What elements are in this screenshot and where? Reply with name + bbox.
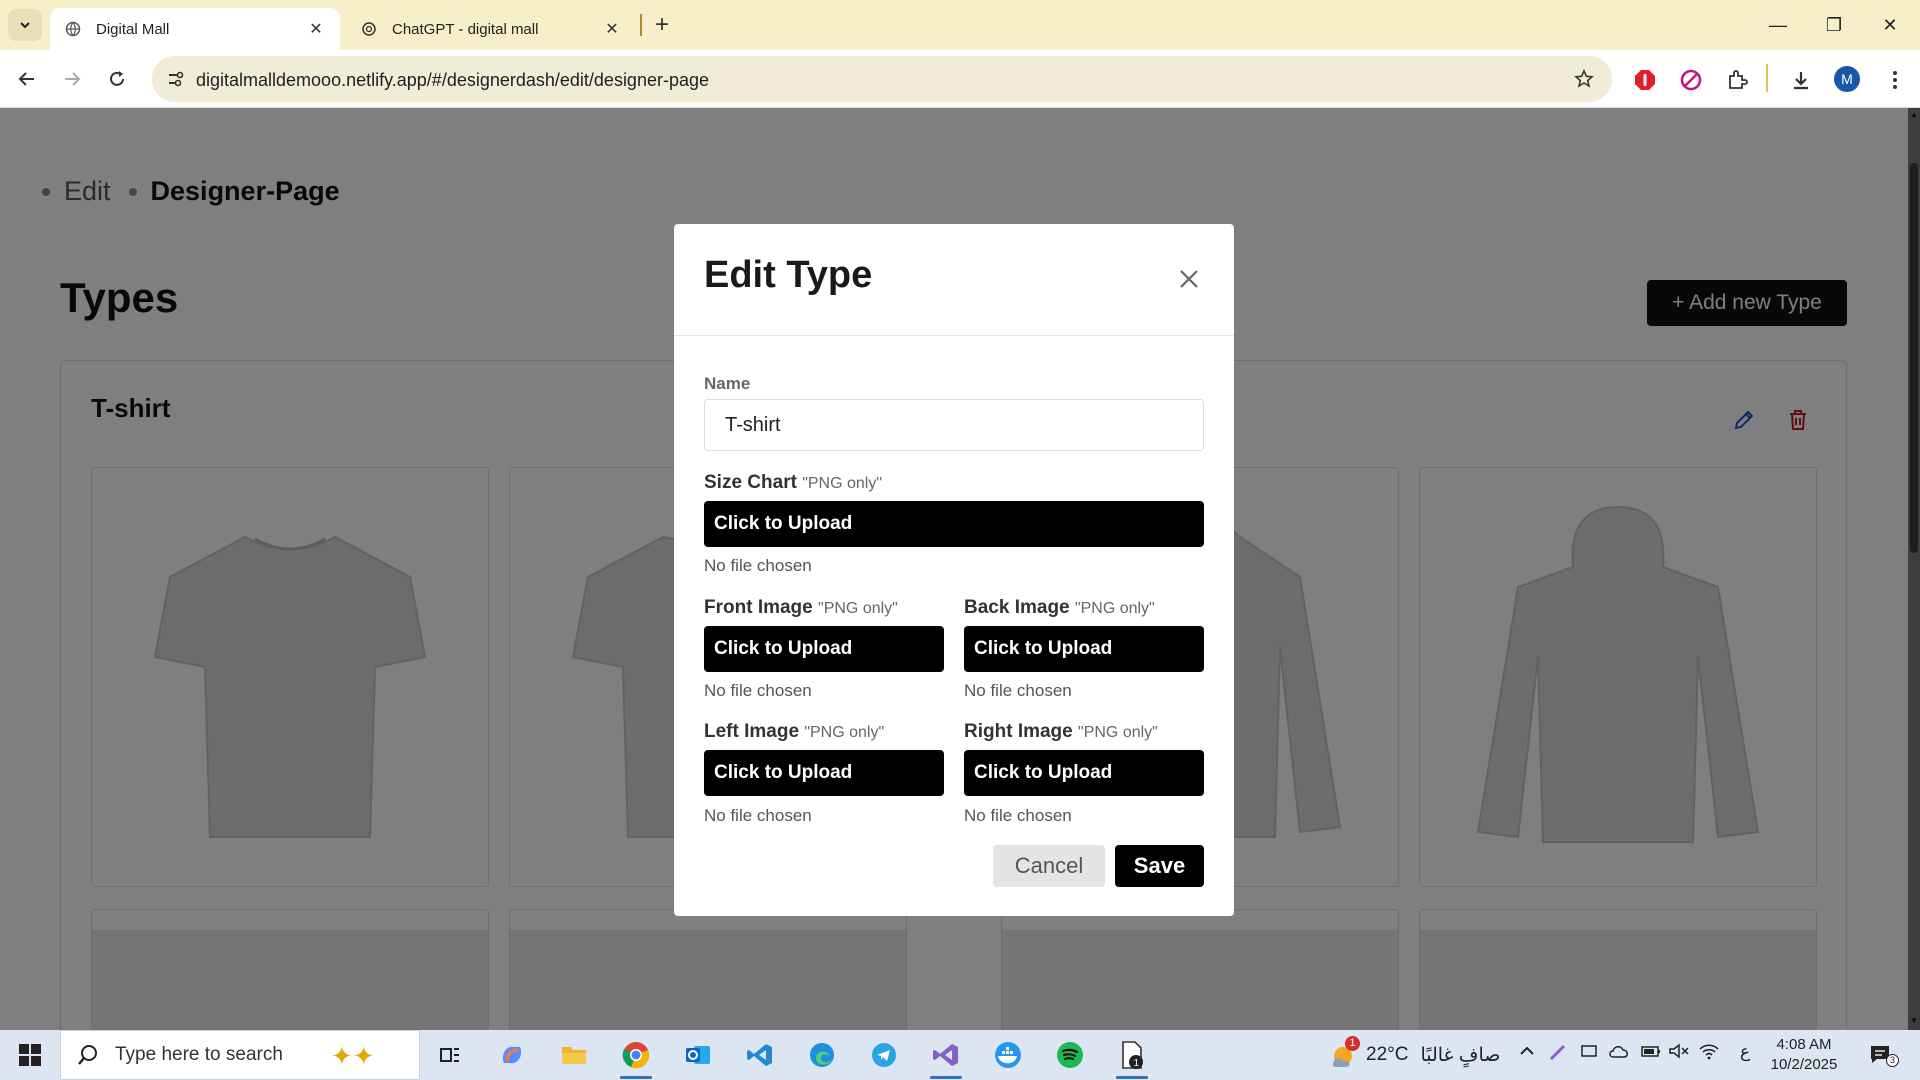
tab-title: Digital Mall [96, 20, 170, 38]
size-chart-upload-button[interactable]: Click to Upload [704, 501, 1204, 547]
save-button[interactable]: Save [1115, 845, 1204, 887]
bookmark-star-icon[interactable] [1572, 67, 1596, 91]
outlook-icon[interactable] [674, 1035, 722, 1075]
task-view-icon[interactable] [426, 1035, 474, 1075]
weather-widget[interactable]: 1 22°C صافٍ غالبًا [1328, 1036, 1501, 1070]
right-image-file-status: No file chosen [964, 806, 1072, 825]
weather-sun-icon: 1 [1328, 1036, 1360, 1070]
size-chart-file-status: No file chosen [704, 556, 812, 575]
new-tab-button[interactable]: + [648, 11, 676, 39]
visual-studio-icon[interactable] [922, 1035, 970, 1079]
right-image-upload-button[interactable]: Click to Upload [964, 750, 1204, 796]
restore-icon[interactable]: ❐ [1806, 0, 1862, 50]
file-explorer-icon[interactable] [550, 1035, 598, 1075]
docker-icon[interactable] [984, 1035, 1032, 1075]
windows-start-icon[interactable] [10, 1038, 50, 1072]
browser-toolbar: digitalmalldemooo.netlify.app/#/designer… [0, 50, 1920, 108]
close-icon[interactable] [1174, 264, 1204, 294]
taskbar-search-box[interactable]: Type here to search ✦✦ [60, 1030, 420, 1080]
front-image-label: Front Image "PNG only" [704, 597, 898, 618]
adblock-extension-icon[interactable] [1630, 65, 1660, 95]
notification-count: 3 [1886, 1054, 1899, 1067]
block-extension-icon[interactable] [1676, 65, 1706, 95]
search-icon [75, 1042, 101, 1068]
sparkle-icon: ✦✦ [331, 1041, 375, 1071]
onedrive-cloud-icon[interactable] [1608, 1042, 1630, 1065]
close-window-icon[interactable]: ✕ [1862, 0, 1918, 50]
tab-separator [640, 14, 642, 36]
reload-icon[interactable] [100, 62, 134, 96]
search-placeholder: Type here to search [115, 1044, 283, 1065]
close-tab-icon[interactable]: ✕ [306, 19, 326, 39]
windows-taskbar: Type here to search ✦✦ 1 1 22°C صافٍ غال… [0, 1030, 1920, 1080]
meet-now-icon[interactable] [1580, 1042, 1598, 1065]
globe-icon [64, 20, 82, 38]
browser-tab-bar: Digital Mall ✕ ChatGPT - digital mall ✕ … [0, 0, 1920, 50]
back-arrow-icon[interactable] [10, 62, 44, 96]
volume-muted-icon[interactable] [1668, 1042, 1690, 1065]
front-image-file-status: No file chosen [704, 681, 812, 700]
spotify-icon[interactable] [1046, 1035, 1094, 1075]
more-menu-icon[interactable] [1880, 65, 1910, 95]
modal-header: Edit Type [674, 224, 1234, 336]
profile-avatar[interactable]: M [1834, 66, 1860, 92]
front-image-upload-button[interactable]: Click to Upload [704, 626, 944, 672]
close-tab-icon[interactable]: ✕ [602, 19, 622, 39]
notification-icon[interactable]: 3 [1866, 1042, 1899, 1068]
tab-search-button[interactable] [8, 9, 42, 41]
modal-title: Edit Type [704, 254, 873, 296]
back-image-label: Back Image "PNG only" [964, 597, 1155, 618]
name-label: Name [704, 374, 751, 393]
taskbar-clock[interactable]: 4:08 AM 10/2/2025 [1758, 1035, 1850, 1075]
site-info-icon[interactable] [164, 67, 188, 91]
vscode-icon[interactable] [736, 1035, 784, 1075]
chevron-up-icon[interactable] [1518, 1042, 1536, 1065]
left-image-label: Left Image "PNG only" [704, 721, 885, 742]
tab-title: ChatGPT - digital mall [392, 20, 539, 38]
forward-arrow-icon[interactable] [55, 62, 89, 96]
battery-icon[interactable] [1640, 1042, 1662, 1065]
pen-icon[interactable] [1548, 1042, 1568, 1067]
svg-text:1: 1 [1134, 1058, 1140, 1069]
chevron-down-icon [20, 22, 30, 29]
clock-date: 10/2/2025 [1770, 1056, 1838, 1073]
name-input[interactable] [704, 399, 1204, 451]
download-icon[interactable] [1786, 65, 1816, 95]
clock-time: 4:08 AM [1776, 1036, 1832, 1053]
size-chart-label: Size Chart "PNG only" [704, 472, 883, 493]
edge-icon[interactable] [798, 1035, 846, 1075]
file-app-icon[interactable]: 1 [1108, 1035, 1156, 1079]
toolbar-divider [1766, 64, 1768, 92]
wifi-icon[interactable] [1698, 1042, 1720, 1065]
edit-type-modal: Edit Type Name Size Chart "PNG only" Cli… [674, 224, 1234, 916]
address-bar[interactable]: digitalmalldemooo.netlify.app/#/designer… [152, 56, 1612, 102]
extensions-icon[interactable] [1722, 65, 1752, 95]
minimize-icon[interactable]: — [1750, 0, 1806, 50]
weather-temp: 22°C [1366, 1044, 1409, 1065]
copilot-icon[interactable] [488, 1035, 536, 1075]
tab-chatgpt[interactable]: ChatGPT - digital mall ✕ [346, 8, 636, 50]
left-image-file-status: No file chosen [704, 806, 812, 825]
weather-text: صافٍ غالبًا [1420, 1044, 1501, 1066]
left-image-upload-button[interactable]: Click to Upload [704, 750, 944, 796]
back-image-upload-button[interactable]: Click to Upload [964, 626, 1204, 672]
telegram-icon[interactable] [860, 1035, 908, 1075]
url-text: digitalmalldemooo.netlify.app/#/designer… [196, 70, 709, 90]
right-image-label: Right Image "PNG only" [964, 721, 1158, 742]
chrome-icon[interactable] [612, 1035, 660, 1079]
tab-digital-mall[interactable]: Digital Mall ✕ [50, 8, 340, 50]
chatgpt-icon [360, 20, 378, 38]
back-image-file-status: No file chosen [964, 681, 1072, 700]
language-indicator[interactable]: ع [1740, 1042, 1750, 1062]
cancel-button[interactable]: Cancel [993, 845, 1105, 887]
